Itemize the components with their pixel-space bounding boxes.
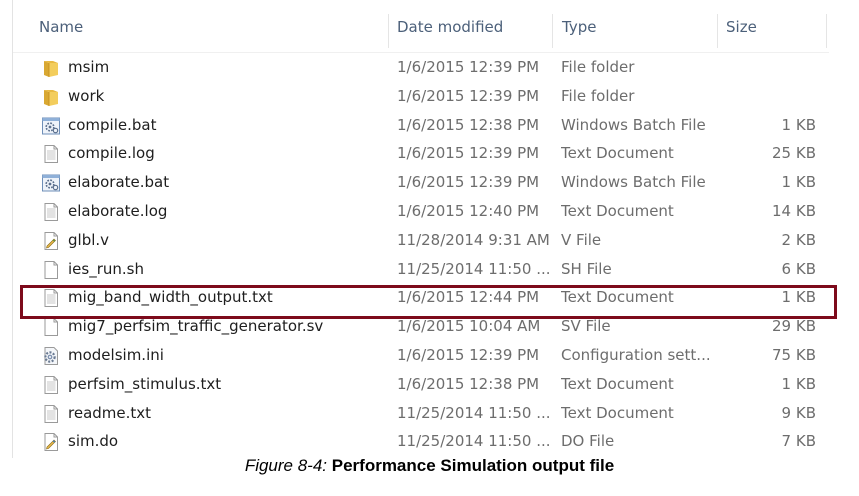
config-file-icon <box>41 346 61 366</box>
column-separator[interactable] <box>388 14 389 48</box>
file-date-modified: 1/6/2015 12:39 PM <box>397 346 540 364</box>
column-separator[interactable] <box>826 14 827 48</box>
file-row[interactable]: compile.log 1/6/2015 12:39 PM Text Documen… <box>13 139 831 168</box>
file-type: Text Document <box>561 374 674 393</box>
batch-file-icon <box>41 173 61 193</box>
file-date-modified: 1/6/2015 12:39 PM <box>397 86 540 105</box>
column-header-name[interactable]: Name <box>39 0 83 52</box>
text-document-icon <box>41 144 61 164</box>
file-date-modified: 1/6/2015 12:39 PM <box>397 58 540 76</box>
file-date-modified: 11/25/2014 11:50 ... <box>397 432 549 451</box>
figure-number: Figure 8-4: <box>244 456 328 475</box>
blank-file-icon <box>41 317 61 337</box>
file-date-modified: 1/6/2015 12:38 PM <box>397 115 540 134</box>
file-size: 1 KB <box>781 173 816 192</box>
blank-file-icon <box>41 260 61 280</box>
file-size: 14 KB <box>772 202 816 220</box>
file-name: sim.do <box>68 432 119 451</box>
file-row[interactable]: elaborate.log 1/6/2015 12:40 PM Text Docum… <box>13 197 831 226</box>
file-type: Text Document <box>561 144 674 163</box>
file-row[interactable]: perfsim_stimulus.txt 1/6/2015 12:38 PM Tex… <box>13 370 831 399</box>
file-name: compile.log <box>68 144 155 163</box>
file-name: modelsim.ini <box>68 346 164 364</box>
file-size: 75 KB <box>772 346 816 364</box>
column-separator[interactable] <box>552 14 553 48</box>
file-date-modified: 1/6/2015 12:38 PM <box>397 374 540 393</box>
file-date-modified: 1/6/2015 12:39 PM <box>397 173 540 192</box>
file-row[interactable]: readme.txt 11/25/2014 11:50 ... Text Docum… <box>13 399 831 428</box>
file-type: File folder <box>561 58 635 76</box>
text-document-icon <box>41 404 61 424</box>
file-date-modified: 1/6/2015 12:40 PM <box>397 202 540 220</box>
file-size: 1 KB <box>781 374 816 393</box>
file-name: readme.txt <box>68 403 152 422</box>
file-name: work <box>68 86 105 105</box>
text-document-icon <box>41 202 61 222</box>
file-name: ies_run.sh <box>68 259 144 278</box>
file-date-modified: 11/25/2014 11:50 ... <box>397 259 549 278</box>
file-explorer: Name Date modified Type Size msim 1/6/201… <box>0 0 859 458</box>
file-size: 1 KB <box>781 115 816 134</box>
file-name: elaborate.log <box>68 202 168 220</box>
file-name: glbl.v <box>68 230 110 249</box>
file-type: Windows Batch File <box>561 173 706 192</box>
file-size: 6 KB <box>781 259 816 278</box>
file-row[interactable]: compile.bat 1/6/2015 12:38 PM Windows Batc… <box>13 111 831 140</box>
text-document-icon <box>41 375 61 395</box>
file-type: Configuration sett... <box>561 346 711 364</box>
file-type: File folder <box>561 86 635 105</box>
file-name: perfsim_stimulus.txt <box>68 374 222 393</box>
file-type: DO File <box>561 432 615 451</box>
file-size: 2 KB <box>781 230 816 249</box>
folder-icon <box>41 87 61 107</box>
file-name: msim <box>68 58 110 76</box>
column-header-type[interactable]: Type <box>562 0 596 52</box>
v-file-icon <box>41 231 61 251</box>
file-size: 7 KB <box>781 432 816 451</box>
figure-title: Performance Simulation output file <box>331 456 615 475</box>
file-type: Text Document <box>561 403 674 422</box>
column-header-size[interactable]: Size <box>726 0 757 52</box>
file-type: Windows Batch File <box>561 115 706 134</box>
file-type: V File <box>561 230 602 249</box>
file-name: compile.bat <box>68 115 157 134</box>
file-name: elaborate.bat <box>68 173 170 192</box>
batch-file-icon <box>41 116 61 136</box>
file-row[interactable]: ies_run.sh 11/25/2014 11:50 ... SH File 6 K… <box>13 255 831 284</box>
file-date-modified: 11/25/2014 11:50 ... <box>397 403 549 422</box>
file-type: Text Document <box>561 202 674 220</box>
file-row[interactable]: sim.do 11/25/2014 11:50 ... DO File 7 KB <box>13 427 831 456</box>
file-row[interactable]: work 1/6/2015 12:39 PM File folder <box>13 82 831 111</box>
file-row[interactable]: modelsim.ini 1/6/2015 12:39 PM Configurati… <box>13 341 831 370</box>
file-date-modified: 11/28/2014 9:31 AM <box>397 230 549 249</box>
folder-icon <box>41 58 61 78</box>
file-date-modified: 1/6/2015 12:39 PM <box>397 144 540 163</box>
file-row[interactable]: msim 1/6/2015 12:39 PM File folder <box>13 53 831 82</box>
file-row[interactable]: elaborate.bat 1/6/2015 12:39 PM Windows Ba… <box>13 168 831 197</box>
file-size: 25 KB <box>772 144 816 163</box>
column-separator[interactable] <box>717 14 718 48</box>
file-type: SH File <box>561 259 612 278</box>
file-size: 9 KB <box>781 403 816 422</box>
do-file-icon <box>41 432 61 452</box>
file-row[interactable]: glbl.v 11/28/2014 9:31 AM V File 2 KB <box>13 226 831 255</box>
highlight-box <box>20 285 837 319</box>
figure-caption: Figure 8-4: Performance Simulation outpu… <box>0 456 859 476</box>
column-header-date[interactable]: Date modified <box>397 0 503 52</box>
